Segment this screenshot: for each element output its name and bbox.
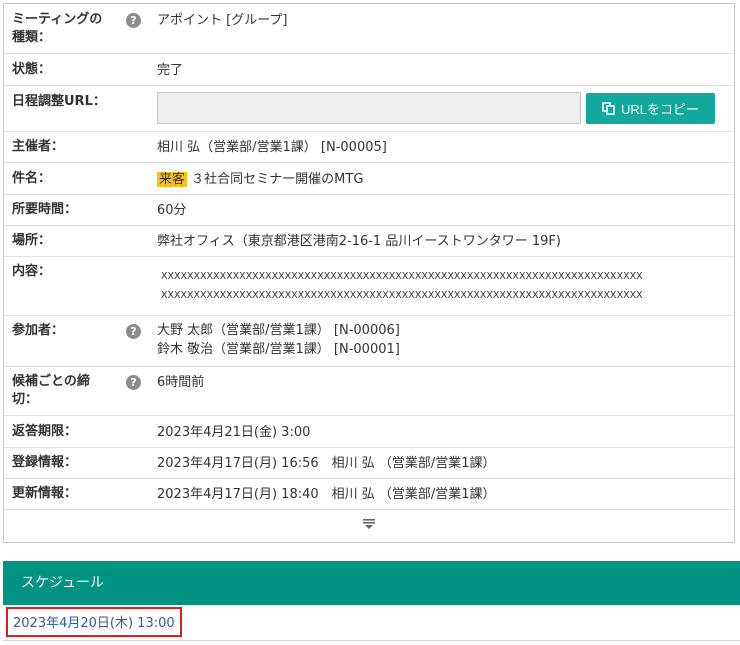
help-icon[interactable]: ? (126, 375, 141, 390)
row-content: 内容： XXXXXXXXXXXXXXXXXXXXXXXXXXXXXXXXXXXX… (4, 257, 734, 316)
schedule-section-header: スケジュール (3, 561, 740, 605)
row-status: 状態： 完了 (4, 54, 734, 86)
meeting-type-value: アポイント [グループ] (157, 13, 288, 28)
organizer-value: 相川 弘（営業部/営業1課） [N-00005] (157, 140, 387, 155)
row-schedule-url: 日程調整URL： URLをコピー (4, 86, 734, 132)
status-label: 状態： (12, 62, 52, 77)
update-info-value: 2023年4月17日(月) 18:40 相川 弘 （営業部/営業1課） (157, 487, 496, 502)
participant-item: 鈴木 敬治（営業部/営業1課） [N-00001] (157, 342, 400, 357)
schedule-entry-link[interactable]: 2023年4月20日(木) 13:00 (6, 607, 182, 637)
location-label: 場所： (12, 233, 52, 248)
registration-info-label: 登録情報： (12, 455, 78, 470)
schedule-url-field[interactable] (157, 92, 581, 124)
schedule-row: 2023年4月20日(木) 13:00 (3, 605, 740, 641)
participants-value: 大野 太郎（営業部/営業1課） [N-00006] 鈴木 敬治（営業部/営業1課… (157, 321, 400, 359)
visit-tag: 来客 (157, 172, 188, 187)
expand-down-icon (362, 518, 376, 534)
location-value: 弊社オフィス（東京都港区港南2-16-1 品川イーストワンタワー 19F) (157, 234, 561, 249)
status-value: 完了 (157, 63, 184, 78)
row-participants: 参加者： ? 大野 太郎（営業部/営業1課） [N-00006] 鈴木 敬治（営… (4, 316, 734, 367)
row-subject: 件名： 来客 ３社合同セミナー開催のMTG (4, 163, 734, 195)
row-candidate-deadline: 候補ごとの締 切： ? 6時間前 (4, 367, 734, 416)
row-meeting-type: ミーティングの 種類： ? アポイント [グループ] (4, 4, 734, 54)
meeting-detail-panel: ミーティングの 種類： ? アポイント [グループ] 状態： 完了 日程調整UR… (3, 3, 735, 543)
participants-label: 参加者： (12, 323, 65, 338)
row-organizer: 主催者： 相川 弘（営業部/営業1課） [N-00005] (4, 132, 734, 163)
schedule-url-label: 日程調整URL： (12, 94, 106, 109)
update-info-label: 更新情報： (12, 486, 78, 501)
candidate-deadline-value: 6時間前 (157, 375, 205, 390)
subject-label: 件名： (12, 171, 52, 186)
row-location: 場所： 弊社オフィス（東京都港区港南2-16-1 品川イーストワンタワー 19F… (4, 226, 734, 257)
expand-toggle[interactable] (4, 510, 734, 542)
duration-value: 60分 (157, 203, 187, 218)
help-icon[interactable]: ? (126, 13, 141, 28)
schedule-title: スケジュール (21, 575, 105, 591)
meeting-type-label: ミーティングの 種類： (12, 12, 103, 45)
row-reply-deadline: 返答期限： 2023年4月21日(金) 3:00 (4, 416, 734, 448)
organizer-label: 主催者： (12, 139, 65, 154)
subject-text: ３社合同セミナー開催のMTG (191, 172, 364, 187)
row-duration: 所要時間： 60分 (4, 195, 734, 226)
registration-info-value: 2023年4月17日(月) 16:56 相川 弘 （営業部/営業1課） (157, 456, 496, 471)
row-update-info: 更新情報： 2023年4月17日(月) 18:40 相川 弘 （営業部/営業1課… (4, 479, 734, 510)
reply-deadline-label: 返答期限： (12, 424, 78, 439)
content-value: XXXXXXXXXXXXXXXXXXXXXXXXXXXXXXXXXXXXXXXX… (161, 271, 643, 301)
copy-url-button-label: URLをコピー (620, 102, 699, 117)
row-registration-info: 登録情報： 2023年4月17日(月) 16:56 相川 弘 （営業部/営業1課… (4, 448, 734, 479)
content-label: 内容： (12, 264, 52, 279)
duration-label: 所要時間： (12, 202, 78, 217)
help-icon[interactable]: ? (126, 324, 141, 339)
copy-url-button[interactable]: URLをコピー (586, 93, 715, 124)
participant-item: 大野 太郎（営業部/営業1課） [N-00006] (157, 323, 400, 338)
candidate-deadline-label: 候補ごとの締 切： (12, 374, 90, 407)
reply-deadline-value: 2023年4月21日(金) 3:00 (157, 425, 311, 440)
subject-value: 来客 ３社合同セミナー開催のMTG (157, 170, 363, 189)
copy-icon (602, 102, 615, 115)
